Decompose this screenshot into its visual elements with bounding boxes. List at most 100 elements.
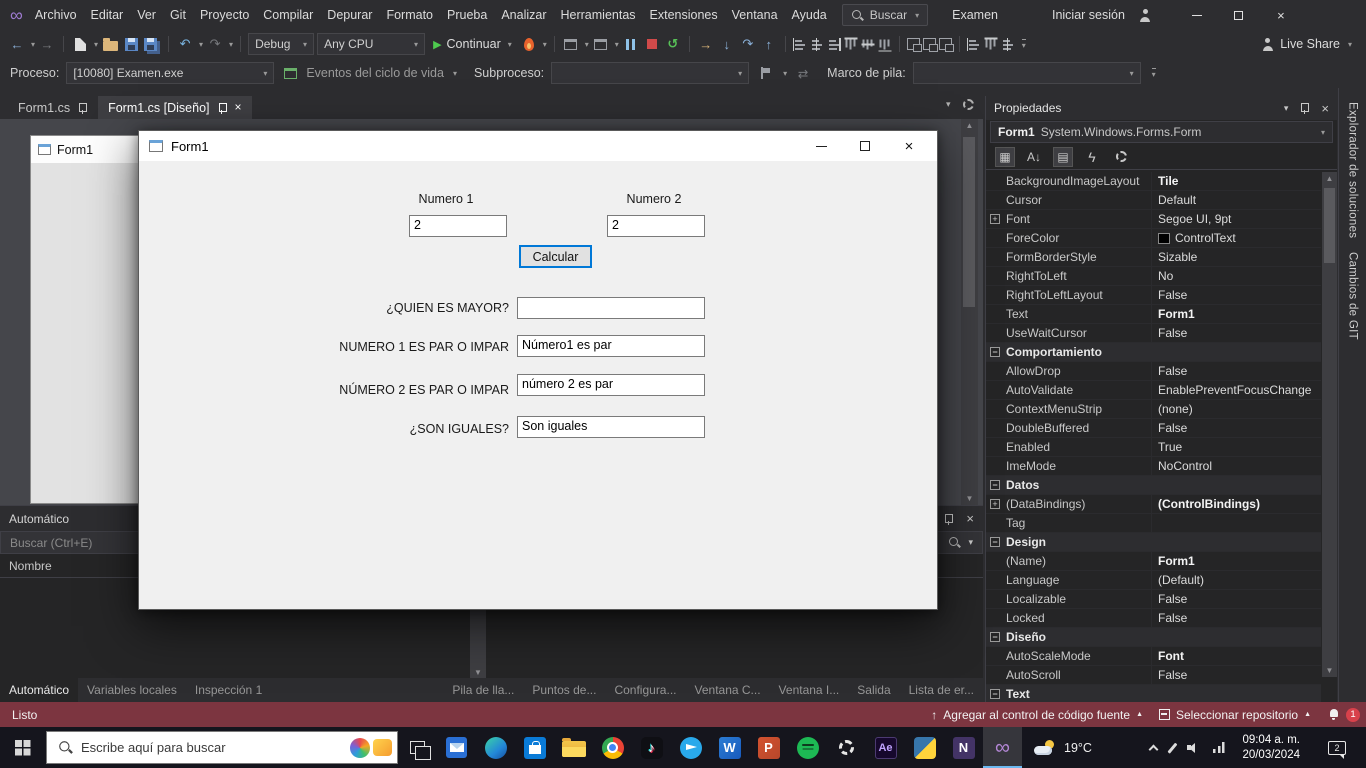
make-same-height-icon[interactable] bbox=[939, 38, 952, 50]
notifications-button[interactable]: 1 bbox=[1327, 708, 1360, 722]
menu-proyecto[interactable]: Proyecto bbox=[193, 0, 256, 30]
property-row[interactable]: ForeColorControlText bbox=[986, 229, 1321, 248]
property-row[interactable]: ContextMenuStrip(none) bbox=[986, 400, 1321, 419]
property-value[interactable]: Form1 bbox=[1158, 554, 1195, 568]
taskbar-search-input[interactable]: Escribe aquí para buscar bbox=[46, 731, 398, 764]
select-repository-button[interactable]: Seleccionar repositorio ▲ bbox=[1159, 708, 1311, 722]
taskbar-app-word[interactable]: W bbox=[710, 727, 749, 768]
align-rights-icon[interactable] bbox=[827, 38, 841, 51]
bottom-tab[interactable]: Configura... bbox=[605, 678, 685, 702]
show-next-statement-icon[interactable]: → bbox=[697, 34, 715, 54]
taskbar-app-mail[interactable] bbox=[437, 727, 476, 768]
sign-in-button[interactable]: Iniciar sesión bbox=[1052, 8, 1125, 22]
object-selector-dropdown[interactable]: Form1 System.Windows.Forms.Form ▾ bbox=[990, 121, 1333, 143]
scroll-up-icon[interactable]: ▲ bbox=[1326, 174, 1334, 183]
property-value[interactable]: False bbox=[1158, 668, 1187, 682]
taskbar-app-store[interactable] bbox=[515, 727, 554, 768]
chevron-down-icon[interactable]: ▾ bbox=[968, 537, 973, 548]
scroll-up-icon[interactable]: ▲ bbox=[966, 121, 974, 130]
chevron-down-icon[interactable]: ▾ bbox=[615, 40, 619, 49]
property-row[interactable]: LockedFalse bbox=[986, 609, 1321, 628]
minimize-button[interactable] bbox=[799, 131, 843, 161]
properties-scrollbar[interactable]: ▲ ▼ bbox=[1322, 172, 1337, 677]
bottom-tab[interactable]: Puntos de... bbox=[523, 678, 605, 702]
property-category[interactable]: −Text bbox=[986, 685, 1321, 702]
pin-icon[interactable] bbox=[217, 102, 228, 114]
scroll-down-icon[interactable]: ▼ bbox=[966, 494, 974, 503]
task-view-button[interactable] bbox=[398, 727, 437, 768]
lifecycle-events-label[interactable]: Eventos del ciclo de vida bbox=[306, 66, 444, 80]
property-value[interactable]: Default bbox=[1158, 193, 1196, 207]
property-row[interactable]: ImeModeNoControl bbox=[986, 457, 1321, 476]
toggle-flagged-icon[interactable]: ⇄ bbox=[794, 63, 812, 83]
alphabetical-icon[interactable]: A↓ bbox=[1024, 147, 1044, 167]
form-textbox[interactable]: Son iguales bbox=[517, 416, 705, 438]
weather-widget[interactable]: 19°C bbox=[1034, 740, 1092, 755]
user-icon[interactable] bbox=[1139, 9, 1152, 22]
property-value[interactable]: NoControl bbox=[1158, 459, 1212, 473]
navigate-forward-icon[interactable]: → bbox=[38, 34, 56, 54]
property-value[interactable]: No bbox=[1158, 269, 1173, 283]
menu-archivo[interactable]: Archivo bbox=[28, 0, 84, 30]
maximize-button[interactable] bbox=[843, 131, 887, 161]
property-pages-icon[interactable] bbox=[1111, 147, 1131, 167]
redo-icon[interactable]: ↷ bbox=[206, 34, 224, 54]
network-icon[interactable] bbox=[1213, 742, 1226, 753]
property-row[interactable]: BackgroundImageLayoutTile bbox=[986, 172, 1321, 191]
save-icon[interactable] bbox=[122, 34, 140, 54]
hot-reload-icon[interactable] bbox=[520, 34, 538, 54]
align-lefts-icon[interactable] bbox=[793, 38, 807, 51]
property-value[interactable]: False bbox=[1158, 364, 1187, 378]
bring-to-front-icon[interactable] bbox=[1001, 38, 1015, 51]
taskbar-app-visual-studio[interactable]: ∞ bbox=[983, 727, 1022, 768]
chevron-down-icon[interactable]: ▾ bbox=[94, 40, 98, 49]
taskbar-app-python[interactable] bbox=[905, 727, 944, 768]
toolbar-overflow-icon[interactable]: ▾ bbox=[1022, 39, 1026, 50]
configuration-dropdown[interactable]: Debug▾ bbox=[248, 33, 314, 55]
property-value[interactable]: ControlText bbox=[1175, 231, 1236, 245]
volume-icon[interactable] bbox=[1187, 742, 1199, 754]
property-row[interactable]: Tag bbox=[986, 514, 1321, 533]
properties-view-icon[interactable]: ▤ bbox=[1053, 147, 1073, 167]
bottom-tab[interactable]: Lista de er... bbox=[900, 678, 983, 702]
menu-git[interactable]: Git bbox=[163, 0, 193, 30]
scrollbar-thumb[interactable] bbox=[963, 137, 975, 307]
chevron-down-icon[interactable]: ▾ bbox=[783, 69, 787, 78]
toolbar-overflow-icon[interactable]: ▾ bbox=[1152, 68, 1156, 79]
align-tops-icon[interactable] bbox=[844, 37, 857, 51]
chevron-down-icon[interactable]: ▾ bbox=[946, 99, 951, 110]
gear-icon[interactable] bbox=[963, 99, 974, 110]
expand-button[interactable]: + bbox=[990, 214, 1000, 224]
taskbar-app-notion[interactable]: N bbox=[944, 727, 983, 768]
close-icon[interactable]: × bbox=[235, 101, 242, 114]
taskbar-app-settings[interactable] bbox=[827, 727, 866, 768]
property-row[interactable]: RightToLeftLayoutFalse bbox=[986, 286, 1321, 305]
continue-button[interactable]: ▶ Continuar ▾ bbox=[428, 37, 517, 51]
chevron-down-icon[interactable]: ▾ bbox=[543, 40, 547, 49]
scrollbar-thumb[interactable] bbox=[1324, 188, 1335, 263]
save-all-icon[interactable] bbox=[143, 34, 161, 54]
align-centers-icon[interactable] bbox=[810, 38, 824, 51]
close-icon[interactable]: × bbox=[1321, 102, 1329, 115]
categorized-icon[interactable]: ▦ bbox=[995, 147, 1015, 167]
bottom-tab[interactable]: Automático bbox=[0, 678, 78, 702]
menu-analizar[interactable]: Analizar bbox=[494, 0, 553, 30]
numero1-textbox[interactable]: 2 bbox=[409, 215, 507, 237]
start-button[interactable] bbox=[0, 727, 46, 768]
tab-form1-designer[interactable]: Form1.cs [Diseño] × bbox=[98, 96, 251, 119]
process-dropdown[interactable]: [10080] Examen.exe▾ bbox=[66, 62, 274, 84]
collapse-button[interactable]: − bbox=[990, 537, 1000, 547]
taskbar-app-chrome[interactable] bbox=[593, 727, 632, 768]
collapse-button[interactable]: − bbox=[990, 689, 1000, 699]
bottom-tab[interactable]: Inspección 1 bbox=[186, 678, 271, 702]
side-tab[interactable]: Cambios de GIT bbox=[1347, 252, 1359, 340]
scroll-down-icon[interactable]: ▼ bbox=[1326, 666, 1334, 675]
bottom-tab[interactable]: Pila de lla... bbox=[443, 678, 523, 702]
property-row[interactable]: Language(Default) bbox=[986, 571, 1321, 590]
tab-form1-cs[interactable]: Form1.cs bbox=[8, 96, 98, 119]
make-same-width-icon[interactable] bbox=[907, 38, 920, 50]
pin-icon[interactable] bbox=[1299, 102, 1310, 114]
app-window-titlebar[interactable]: Form1 × bbox=[139, 131, 937, 161]
property-category[interactable]: −Design bbox=[986, 533, 1321, 552]
property-row[interactable]: AllowDropFalse bbox=[986, 362, 1321, 381]
